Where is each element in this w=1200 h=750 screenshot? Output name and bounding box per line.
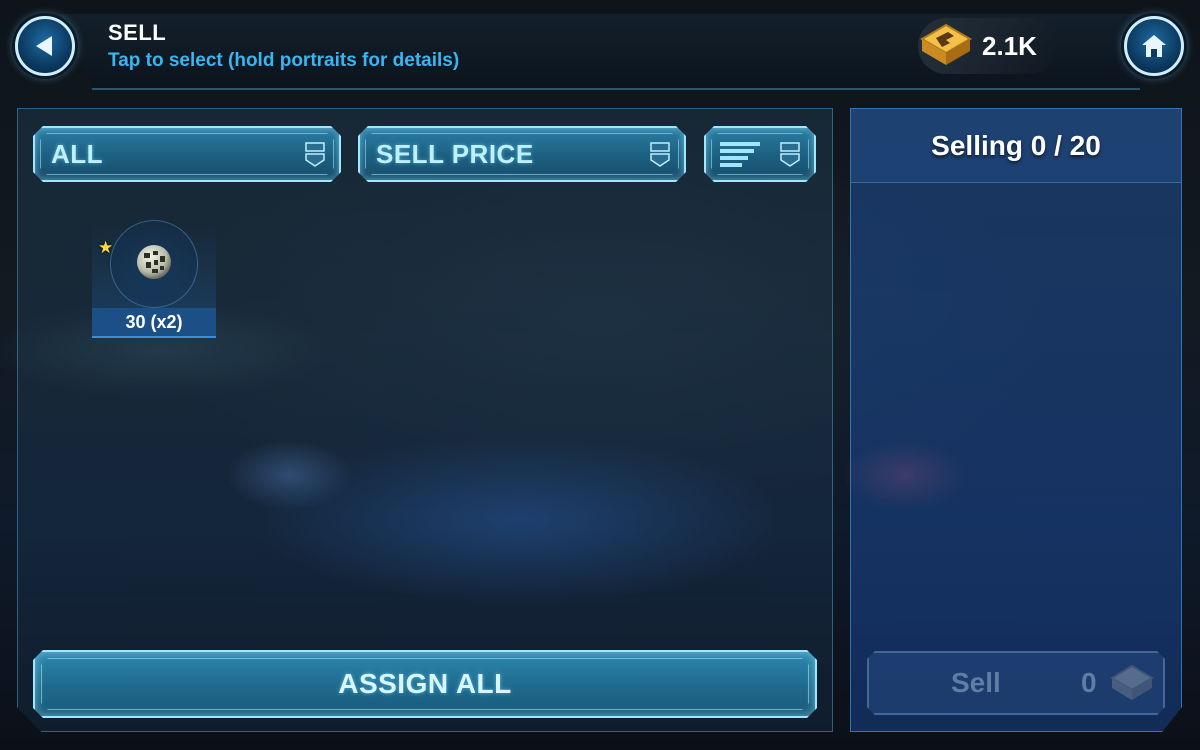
sort-order-icon bbox=[720, 140, 762, 168]
selling-panel: Selling 0 / 20 bbox=[850, 108, 1182, 732]
sell-amount: 0 bbox=[1081, 667, 1097, 698]
back-arrow-icon bbox=[36, 36, 52, 56]
credits-icon bbox=[920, 23, 972, 65]
page-title: SELL bbox=[108, 20, 167, 45]
selling-header: Selling 0 / 20 bbox=[851, 109, 1181, 183]
sell-button[interactable]: Sell 0 bbox=[867, 651, 1165, 715]
inventory-panel bbox=[17, 108, 833, 732]
currency-amount: 2.1K bbox=[982, 30, 1037, 61]
category-filter-label: ALL bbox=[51, 138, 104, 169]
sort-dropdown[interactable]: SELL PRICE bbox=[358, 126, 686, 182]
sell-button-label: Sell bbox=[951, 667, 1001, 698]
chevron-down-icon bbox=[650, 142, 670, 168]
assign-all-label: ASSIGN ALL bbox=[338, 668, 512, 699]
back-button[interactable] bbox=[15, 16, 75, 76]
selling-count: Selling 0 / 20 bbox=[931, 129, 1101, 161]
currency-display: 2.1K bbox=[918, 18, 1058, 74]
page-subtitle: Tap to select (hold portraits for detail… bbox=[108, 50, 460, 71]
inventory-item[interactable]: ★ 30 (x2) bbox=[92, 220, 216, 338]
assign-all-button[interactable]: ASSIGN ALL bbox=[33, 650, 817, 718]
chevron-down-icon bbox=[305, 142, 325, 168]
chevron-down-icon bbox=[780, 142, 800, 168]
gear-sphere-icon bbox=[137, 245, 171, 279]
sort-order-dropdown[interactable] bbox=[704, 126, 816, 182]
credits-icon bbox=[1109, 663, 1155, 705]
home-button[interactable] bbox=[1124, 16, 1184, 76]
item-price-label: 30 (x2) bbox=[92, 308, 216, 338]
home-icon bbox=[1142, 35, 1166, 57]
sort-label: SELL PRICE bbox=[376, 138, 534, 169]
star-icon: ★ bbox=[98, 238, 114, 258]
category-filter-dropdown[interactable]: ALL bbox=[33, 126, 341, 182]
